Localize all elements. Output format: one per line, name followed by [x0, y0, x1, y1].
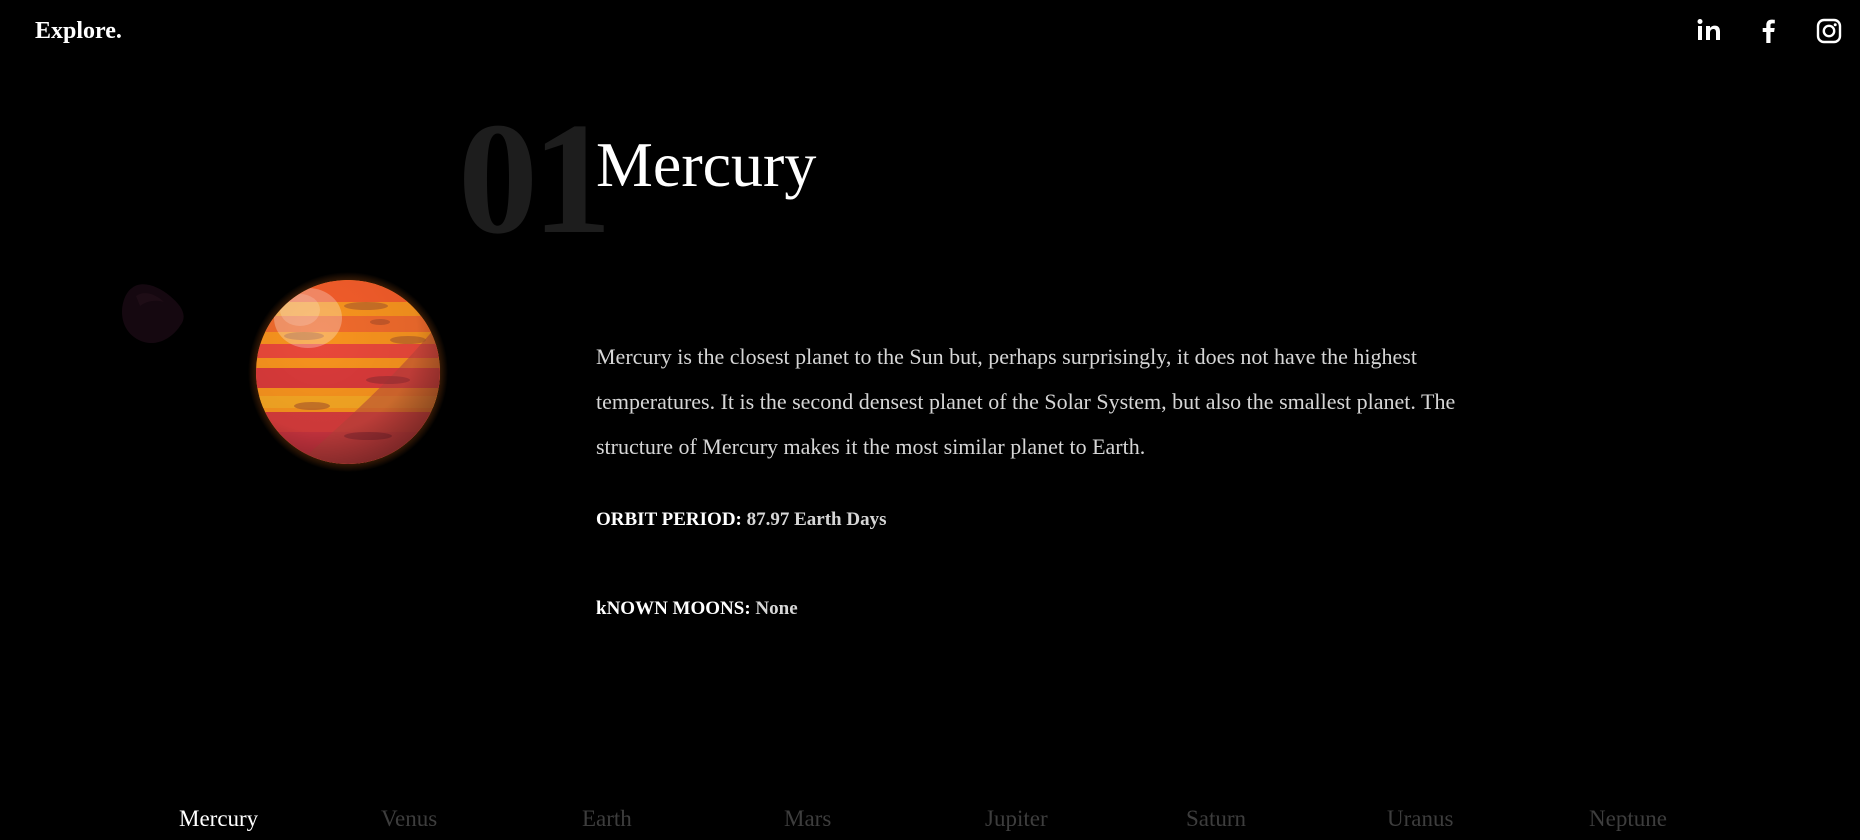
nav-item-earth[interactable]: Earth [582, 802, 632, 836]
nav-item-neptune[interactable]: Neptune [1589, 802, 1667, 836]
asteroid-decoration [118, 282, 192, 350]
mercury-planet-illustration [248, 272, 448, 472]
nav-item-uranus[interactable]: Uranus [1387, 802, 1453, 836]
planet-nav: Mercury Venus Earth Mars Jupiter Saturn … [0, 802, 1860, 836]
page: Explore. 01 Mercury Mercury is the close… [0, 0, 1860, 840]
instagram-icon[interactable] [1812, 14, 1846, 48]
known-moons: kNOWN MOONS: None [596, 597, 798, 621]
nav-item-mars[interactable]: Mars [784, 802, 831, 836]
planet-description: Mercury is the closest planet to the Sun… [596, 344, 1456, 459]
orbit-period: ORBIT PERIOD: 87.97 Earth Days [596, 508, 887, 532]
brand-logo[interactable]: Explore. [35, 16, 122, 46]
nav-item-jupiter[interactable]: Jupiter [985, 802, 1048, 836]
known-moons-label: kNOWN MOONS: [596, 598, 751, 619]
nav-item-venus[interactable]: Venus [381, 802, 437, 836]
planet-number: 01 [458, 89, 612, 267]
nav-item-saturn[interactable]: Saturn [1186, 802, 1246, 836]
linkedin-icon[interactable] [1692, 14, 1726, 48]
known-moons-value: None [755, 598, 798, 619]
planet-title: Mercury [596, 129, 817, 200]
orbit-period-value: 87.97 Earth Days [746, 509, 887, 530]
nav-item-mercury[interactable]: Mercury [179, 802, 258, 836]
facebook-icon[interactable] [1752, 14, 1786, 48]
social-links [1666, 14, 1860, 48]
orbit-period-label: ORBIT PERIOD: [596, 509, 742, 530]
